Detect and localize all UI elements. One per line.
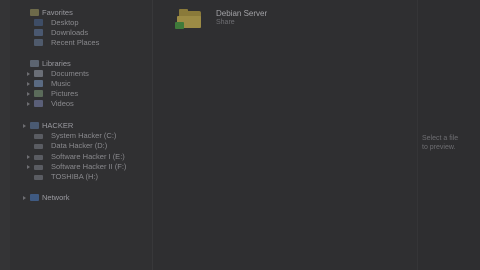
nav-item-music[interactable]: Music [10, 79, 152, 89]
star-icon [30, 9, 39, 16]
expand-arrow-icon[interactable] [27, 165, 30, 169]
nav-item-label: Software Hacker II (F:) [51, 162, 127, 171]
nav-item-desktop[interactable]: Desktop [10, 18, 152, 28]
expand-arrow-icon[interactable] [27, 72, 30, 76]
nav-item-drive-f[interactable]: Software Hacker II (F:) [10, 162, 152, 172]
downloads-icon [34, 29, 43, 36]
computer-icon [30, 122, 39, 129]
favorites-label: Favorites [42, 8, 73, 17]
drive-icon [34, 165, 43, 170]
nav-item-label: TOSHIBA (H:) [51, 172, 98, 181]
pictures-icon [34, 90, 43, 97]
desktop-icon [34, 19, 43, 26]
item-subtitle: Share [216, 19, 235, 26]
list-item[interactable]: Debian Server Share [175, 6, 315, 30]
explorer-window: Favorites Desktop Downloads Recent Place… [0, 0, 480, 270]
expand-arrow-icon[interactable] [27, 155, 30, 159]
nav-item-label: Pictures [51, 89, 79, 98]
preview-line-2: to preview. [422, 144, 456, 151]
nav-item-recent-places[interactable]: Recent Places [10, 38, 152, 48]
nav-item-label: System Hacker (C:) [51, 131, 117, 140]
computer-label: HACKER [42, 121, 74, 130]
nav-item-videos[interactable]: Videos [10, 99, 152, 109]
nav-item-drive-h[interactable]: TOSHIBA (H:) [10, 172, 152, 182]
shared-folder-icon [175, 9, 203, 29]
navigation-pane[interactable]: Favorites Desktop Downloads Recent Place… [10, 0, 153, 270]
nav-item-label: Data Hacker (D:) [51, 141, 108, 150]
nav-item-label: Recent Places [51, 38, 100, 47]
libraries-icon [30, 60, 39, 67]
window-left-edge [0, 0, 10, 270]
videos-icon [34, 100, 43, 107]
nav-item-label: Music [51, 79, 71, 88]
file-list-pane[interactable] [153, 0, 417, 270]
network-label: Network [42, 193, 70, 202]
expand-arrow-icon[interactable] [27, 82, 30, 86]
item-name: Debian Server [216, 9, 268, 18]
favorites-header[interactable]: Favorites [10, 8, 152, 18]
drive-icon [34, 155, 43, 160]
network-header[interactable]: Network [10, 193, 152, 203]
nav-item-drive-c[interactable]: System Hacker (C:) [10, 131, 152, 141]
usb-drive-icon [34, 175, 43, 180]
nav-item-label: Videos [51, 99, 74, 108]
nav-item-label: Downloads [51, 28, 89, 37]
documents-icon [34, 70, 43, 77]
recent-places-icon [34, 39, 43, 46]
libraries-header[interactable]: Libraries [10, 59, 152, 69]
network-icon [30, 194, 39, 201]
drive-icon [34, 144, 43, 149]
libraries-label: Libraries [42, 59, 71, 68]
nav-item-documents[interactable]: Documents [10, 69, 152, 79]
drive-icon [34, 134, 43, 139]
nav-item-label: Software Hacker I (E:) [51, 152, 125, 161]
music-icon [34, 80, 43, 87]
nav-item-pictures[interactable]: Pictures [10, 89, 152, 99]
expand-arrow-icon[interactable] [27, 102, 30, 106]
nav-item-drive-e[interactable]: Software Hacker I (E:) [10, 152, 152, 162]
nav-item-label: Desktop [51, 18, 79, 27]
preview-pane: Select a file to preview. [417, 0, 480, 270]
expand-arrow-icon[interactable] [23, 196, 26, 200]
nav-item-drive-d[interactable]: Data Hacker (D:) [10, 141, 152, 151]
preview-message: Select a file to preview. [422, 134, 480, 152]
expand-arrow-icon[interactable] [23, 124, 26, 128]
computer-header[interactable]: HACKER [10, 121, 152, 131]
nav-item-label: Documents [51, 69, 89, 78]
expand-arrow-icon[interactable] [27, 92, 30, 96]
nav-item-downloads[interactable]: Downloads [10, 28, 152, 38]
preview-line-1: Select a file [422, 135, 459, 142]
